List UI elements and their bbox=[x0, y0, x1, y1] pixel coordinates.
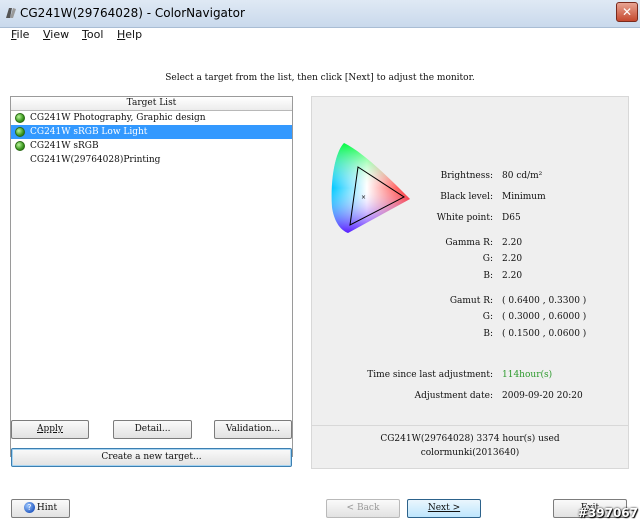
target-item-label: CG241W(29764028)Printing bbox=[30, 155, 161, 165]
apply-button[interactable]: Apply bbox=[11, 420, 89, 439]
title-bar: CG241W(29764028) - ColorNavigator ✕ bbox=[0, 0, 640, 28]
next-button[interactable]: Next > bbox=[407, 499, 481, 518]
adjustment-date-value: 2009-09-20 20:20 bbox=[502, 391, 583, 401]
create-target-label: Create a new target... bbox=[101, 452, 202, 462]
time-since-adjustment-label: Time since last adjustment: bbox=[367, 370, 493, 380]
white-point-label: White point: bbox=[436, 213, 493, 223]
window-title: CG241W(29764028) - ColorNavigator bbox=[20, 6, 245, 20]
help-icon: ? bbox=[23, 502, 35, 513]
gamut-b-value: ( 0.1500 , 0.0600 ) bbox=[502, 329, 587, 339]
back-label: < Back bbox=[346, 503, 380, 513]
gamma-r-label: Gamma R: bbox=[445, 238, 493, 248]
target-item-label: CG241W sRGB Low Light bbox=[30, 127, 148, 137]
gamma-r-value: 2.20 bbox=[502, 238, 523, 248]
calibration-device-text: colormunki(2013640) bbox=[420, 448, 520, 458]
hint-label: Hint bbox=[36, 503, 58, 513]
target-item-label: CG241W sRGB bbox=[30, 141, 99, 151]
gamma-g-value: 2.20 bbox=[502, 254, 523, 264]
target-list-item-selected[interactable]: CG241W sRGB Low Light bbox=[11, 125, 292, 139]
black-level-value: Minimum bbox=[502, 192, 546, 202]
gamma-b-value: 2.20 bbox=[502, 271, 523, 281]
instruction-text: Select a target from the list, then clic… bbox=[165, 73, 475, 83]
gamut-g-value: ( 0.3000 , 0.6000 ) bbox=[502, 312, 587, 322]
back-button[interactable]: < Back bbox=[326, 499, 400, 518]
gamut-r-value: ( 0.6400 , 0.3300 ) bbox=[502, 296, 587, 306]
white-point-value: D65 bbox=[502, 213, 521, 223]
target-list-item[interactable]: CG241W Photography, Graphic design bbox=[11, 111, 292, 125]
validation-label: Validation... bbox=[225, 424, 281, 434]
target-item-label: CG241W Photography, Graphic design bbox=[30, 113, 206, 123]
status-ok-icon bbox=[15, 113, 25, 123]
close-window-button[interactable]: ✕ bbox=[616, 2, 638, 22]
time-since-adjustment-value: 114hour(s) bbox=[502, 370, 553, 380]
target-list-item[interactable]: CG241W sRGB bbox=[11, 139, 292, 153]
main-content: Select a target from the list, then clic… bbox=[0, 44, 640, 521]
status-ok-icon bbox=[15, 141, 25, 151]
brightness-value: 80 cd/m² bbox=[502, 171, 543, 181]
target-list[interactable]: Target List CG241W Photography, Graphic … bbox=[10, 96, 293, 457]
hint-button[interactable]: ? Hint bbox=[11, 499, 70, 518]
detail-button[interactable]: Detail... bbox=[113, 420, 192, 439]
apply-label: Apply bbox=[37, 424, 63, 434]
target-details-panel: × Brightness: 80 cd/m² Black level: Mini… bbox=[311, 96, 629, 456]
gamut-g-label: G: bbox=[482, 312, 493, 322]
adjustment-date-label: Adjustment date: bbox=[414, 391, 493, 401]
black-level-label: Black level: bbox=[440, 192, 493, 202]
menu-help[interactable]: Help bbox=[117, 28, 142, 41]
status-ok-icon bbox=[15, 127, 25, 137]
colornavigator-app-icon[interactable] bbox=[4, 6, 18, 20]
brightness-label: Brightness: bbox=[440, 171, 493, 181]
target-list-item[interactable]: CG241W(29764028)Printing bbox=[11, 153, 292, 167]
target-list-header[interactable]: Target List bbox=[11, 97, 292, 111]
gamma-b-label: B: bbox=[483, 271, 493, 281]
menu-bar: File View Tool Help bbox=[0, 28, 640, 44]
device-status-panel: CG241W(29764028) 3374 hour(s) used color… bbox=[311, 425, 629, 469]
menu-view[interactable]: View bbox=[43, 28, 69, 41]
menu-tool[interactable]: Tool bbox=[82, 28, 103, 41]
gamut-b-label: B: bbox=[483, 329, 493, 339]
validation-button[interactable]: Validation... bbox=[214, 420, 292, 439]
next-label: Next > bbox=[427, 503, 461, 513]
gamma-g-label: G: bbox=[482, 254, 493, 264]
menu-file[interactable]: File bbox=[11, 28, 29, 41]
detail-label: Detail... bbox=[134, 424, 171, 434]
gamut-r-label: Gamut R: bbox=[449, 296, 493, 306]
create-new-target-button[interactable]: Create a new target... bbox=[11, 448, 292, 467]
monitor-usage-text: CG241W(29764028) 3374 hour(s) used bbox=[380, 434, 560, 444]
watermark-text: #397067 bbox=[577, 506, 638, 520]
